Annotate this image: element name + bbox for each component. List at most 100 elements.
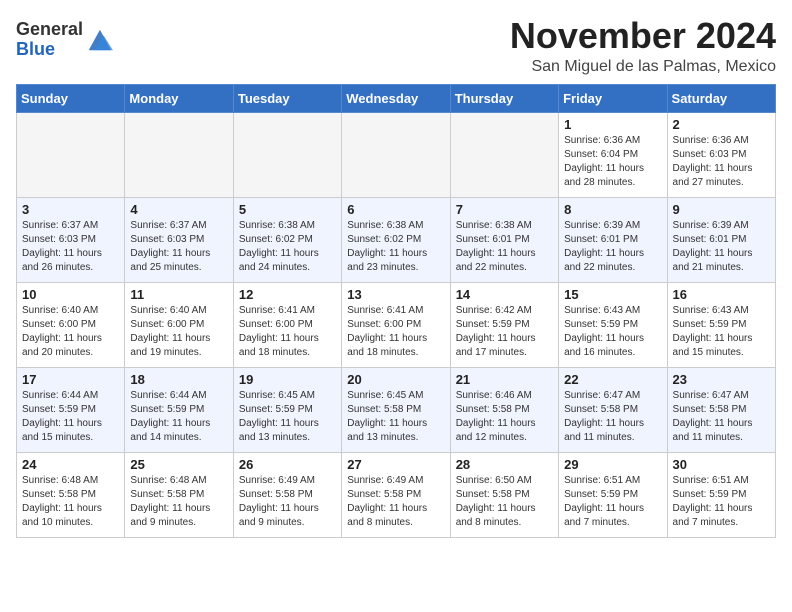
month-title: November 2024: [510, 16, 776, 56]
calendar-cell: [125, 112, 233, 197]
day-number: 7: [456, 202, 553, 217]
day-info: Sunrise: 6:49 AM Sunset: 5:58 PM Dayligh…: [347, 474, 444, 530]
day-number: 25: [130, 457, 227, 472]
day-info: Sunrise: 6:36 AM Sunset: 6:03 PM Dayligh…: [673, 134, 770, 190]
day-number: 24: [22, 457, 119, 472]
weekday-header: Monday: [125, 84, 233, 112]
day-info: Sunrise: 6:48 AM Sunset: 5:58 PM Dayligh…: [130, 474, 227, 530]
calendar-cell: 26 Sunrise: 6:49 AM Sunset: 5:58 PM Dayli…: [233, 452, 341, 537]
calendar-cell: 16Sunrise: 6:43 AM Sunset: 5:59 PM Dayli…: [667, 282, 775, 367]
day-info: Sunrise: 6:43 AM Sunset: 5:59 PM Dayligh…: [673, 304, 770, 360]
calendar-cell: 1 Sunrise: 6:36 AM Sunset: 6:04 PM Daylig…: [559, 112, 667, 197]
calendar-cell: 19 Sunrise: 6:45 AM Sunset: 5:59 PM Dayli…: [233, 367, 341, 452]
day-info: Sunrise: 6:36 AM Sunset: 6:04 PM Dayligh…: [564, 134, 661, 190]
day-info: Sunrise: 6:49 AM Sunset: 5:58 PM Dayligh…: [239, 474, 336, 530]
calendar-week-row: 1 Sunrise: 6:36 AM Sunset: 6:04 PM Daylig…: [17, 112, 776, 197]
calendar-cell: [450, 112, 558, 197]
day-info: Sunrise: 6:46 AM Sunset: 5:58 PM Dayligh…: [456, 389, 553, 445]
calendar-cell: 14Sunrise: 6:42 AM Sunset: 5:59 PM Dayli…: [450, 282, 558, 367]
day-info: Sunrise: 6:37 AM Sunset: 6:03 PM Dayligh…: [22, 219, 119, 275]
day-info: Sunrise: 6:43 AM Sunset: 5:59 PM Dayligh…: [564, 304, 661, 360]
calendar-cell: 7Sunrise: 6:38 AM Sunset: 6:01 PM Daylig…: [450, 197, 558, 282]
day-info: Sunrise: 6:41 AM Sunset: 6:00 PM Dayligh…: [347, 304, 444, 360]
calendar-cell: 12Sunrise: 6:41 AM Sunset: 6:00 PM Dayli…: [233, 282, 341, 367]
calendar-cell: 6 Sunrise: 6:38 AM Sunset: 6:02 PM Daylig…: [342, 197, 450, 282]
day-info: Sunrise: 6:44 AM Sunset: 5:59 PM Dayligh…: [130, 389, 227, 445]
day-info: Sunrise: 6:42 AM Sunset: 5:59 PM Dayligh…: [456, 304, 553, 360]
day-number: 23: [673, 372, 770, 387]
location-title: San Miguel de las Palmas, Mexico: [510, 58, 776, 76]
day-number: 19: [239, 372, 336, 387]
day-number: 2: [673, 117, 770, 132]
calendar-cell: 17 Sunrise: 6:44 AM Sunset: 5:59 PM Dayli…: [17, 367, 125, 452]
title-area: November 2024 San Miguel de las Palmas, …: [510, 16, 776, 76]
day-info: Sunrise: 6:44 AM Sunset: 5:59 PM Dayligh…: [22, 389, 119, 445]
weekday-header-row: SundayMondayTuesdayWednesdayThursdayFrid…: [17, 84, 776, 112]
calendar-cell: 24 Sunrise: 6:48 AM Sunset: 5:58 PM Dayli…: [17, 452, 125, 537]
calendar-week-row: 10 Sunrise: 6:40 AM Sunset: 6:00 PM Dayli…: [17, 282, 776, 367]
calendar-cell: 28 Sunrise: 6:50 AM Sunset: 5:58 PM Dayli…: [450, 452, 558, 537]
calendar-cell: [342, 112, 450, 197]
weekday-header: Sunday: [17, 84, 125, 112]
day-number: 17: [22, 372, 119, 387]
day-info: Sunrise: 6:39 AM Sunset: 6:01 PM Dayligh…: [564, 219, 661, 275]
calendar-week-row: 17 Sunrise: 6:44 AM Sunset: 5:59 PM Dayli…: [17, 367, 776, 452]
day-number: 13: [347, 287, 444, 302]
day-number: 11: [130, 287, 227, 302]
calendar-cell: 27 Sunrise: 6:49 AM Sunset: 5:58 PM Dayli…: [342, 452, 450, 537]
calendar-cell: 10Sunrise: 6:40 AM Sunset: 6:00 PM Dayli…: [17, 282, 125, 367]
day-number: 3: [22, 202, 119, 217]
day-info: Sunrise: 6:38 AM Sunset: 6:02 PM Dayligh…: [347, 219, 444, 275]
day-info: Sunrise: 6:45 AM Sunset: 5:58 PM Dayligh…: [347, 389, 444, 445]
day-number: 29: [564, 457, 661, 472]
day-info: Sunrise: 6:47 AM Sunset: 5:58 PM Dayligh…: [673, 389, 770, 445]
day-info: Sunrise: 6:51 AM Sunset: 5:59 PM Dayligh…: [564, 474, 661, 530]
day-info: Sunrise: 6:39 AM Sunset: 6:01 PM Dayligh…: [673, 219, 770, 275]
day-number: 18: [130, 372, 227, 387]
logo-blue-text: Blue: [16, 39, 55, 59]
day-number: 6: [347, 202, 444, 217]
calendar-cell: 4Sunrise: 6:37 AM Sunset: 6:03 PM Daylig…: [125, 197, 233, 282]
calendar-cell: 22 Sunrise: 6:47 AM Sunset: 5:58 PM Dayli…: [559, 367, 667, 452]
day-info: Sunrise: 6:48 AM Sunset: 5:58 PM Dayligh…: [22, 474, 119, 530]
calendar-week-row: 24 Sunrise: 6:48 AM Sunset: 5:58 PM Dayli…: [17, 452, 776, 537]
day-info: Sunrise: 6:51 AM Sunset: 5:59 PM Dayligh…: [673, 474, 770, 530]
calendar-cell: 29 Sunrise: 6:51 AM Sunset: 5:59 PM Dayli…: [559, 452, 667, 537]
day-number: 28: [456, 457, 553, 472]
day-number: 8: [564, 202, 661, 217]
weekday-header: Tuesday: [233, 84, 341, 112]
day-info: Sunrise: 6:45 AM Sunset: 5:59 PM Dayligh…: [239, 389, 336, 445]
calendar-cell: 8 Sunrise: 6:39 AM Sunset: 6:01 PM Daylig…: [559, 197, 667, 282]
day-info: Sunrise: 6:38 AM Sunset: 6:02 PM Dayligh…: [239, 219, 336, 275]
calendar-cell: 3 Sunrise: 6:37 AM Sunset: 6:03 PM Daylig…: [17, 197, 125, 282]
day-info: Sunrise: 6:40 AM Sunset: 6:00 PM Dayligh…: [130, 304, 227, 360]
calendar-cell: 25 Sunrise: 6:48 AM Sunset: 5:58 PM Dayli…: [125, 452, 233, 537]
day-number: 10: [22, 287, 119, 302]
calendar-cell: 30 Sunrise: 6:51 AM Sunset: 5:59 PM Dayli…: [667, 452, 775, 537]
day-number: 27: [347, 457, 444, 472]
day-number: 12: [239, 287, 336, 302]
logo-icon: [85, 26, 113, 54]
day-number: 1: [564, 117, 661, 132]
logo: General Blue: [16, 20, 113, 60]
page-header: General Blue November 2024 San Miguel de…: [16, 16, 776, 76]
day-number: 20: [347, 372, 444, 387]
day-info: Sunrise: 6:50 AM Sunset: 5:58 PM Dayligh…: [456, 474, 553, 530]
calendar-cell: 2 Sunrise: 6:36 AM Sunset: 6:03 PM Daylig…: [667, 112, 775, 197]
calendar-cell: 5 Sunrise: 6:38 AM Sunset: 6:02 PM Daylig…: [233, 197, 341, 282]
day-number: 22: [564, 372, 661, 387]
day-number: 9: [673, 202, 770, 217]
day-number: 15: [564, 287, 661, 302]
weekday-header: Friday: [559, 84, 667, 112]
day-number: 30: [673, 457, 770, 472]
day-info: Sunrise: 6:47 AM Sunset: 5:58 PM Dayligh…: [564, 389, 661, 445]
calendar-cell: 20 Sunrise: 6:45 AM Sunset: 5:58 PM Dayli…: [342, 367, 450, 452]
calendar-table: SundayMondayTuesdayWednesdayThursdayFrid…: [16, 84, 776, 538]
calendar-cell: 23 Sunrise: 6:47 AM Sunset: 5:58 PM Dayli…: [667, 367, 775, 452]
day-number: 21: [456, 372, 553, 387]
day-number: 26: [239, 457, 336, 472]
calendar-cell: 21 Sunrise: 6:46 AM Sunset: 5:58 PM Dayli…: [450, 367, 558, 452]
day-number: 5: [239, 202, 336, 217]
calendar-cell: 13 Sunrise: 6:41 AM Sunset: 6:00 PM Dayli…: [342, 282, 450, 367]
calendar-week-row: 3 Sunrise: 6:37 AM Sunset: 6:03 PM Daylig…: [17, 197, 776, 282]
